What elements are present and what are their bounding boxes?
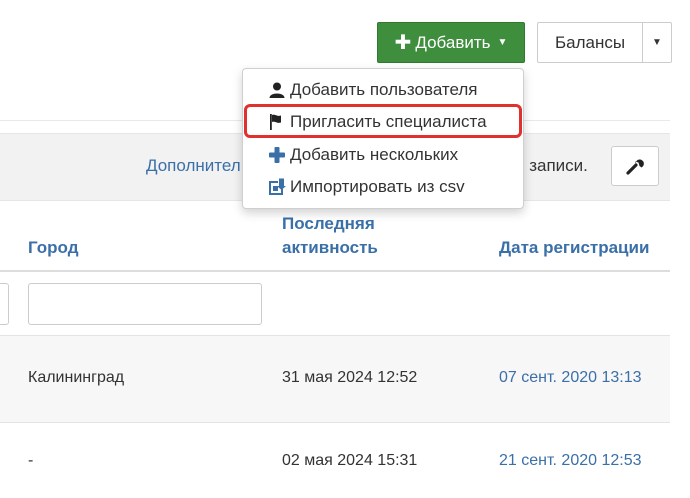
menu-item-add-user[interactable]: Добавить пользователя bbox=[243, 75, 523, 105]
table-header-divider bbox=[0, 270, 670, 272]
column-header-registered[interactable]: Дата регистрации bbox=[499, 236, 649, 260]
menu-item-add-multiple[interactable]: Добавить нескольких bbox=[243, 140, 523, 170]
wrench-icon bbox=[626, 159, 644, 175]
menu-item-import-csv[interactable]: Импортировать из csv bbox=[243, 172, 523, 202]
row-city: - bbox=[28, 452, 34, 469]
column-header-city[interactable]: Город bbox=[28, 236, 79, 260]
row-last-activity: 02 мая 2024 15:31 bbox=[282, 452, 418, 469]
records-count: 5 записи. bbox=[515, 156, 588, 176]
column-header-last-activity-line1: Последняя bbox=[282, 214, 375, 233]
column-header-last-activity[interactable]: Последняя активность bbox=[282, 212, 378, 260]
balances-button[interactable]: Балансы bbox=[537, 22, 642, 63]
add-button-label: Добавить bbox=[415, 32, 491, 52]
more-filters-link[interactable]: Дополнител bbox=[146, 156, 241, 176]
settings-button[interactable] bbox=[611, 146, 659, 186]
balances-button-label: Балансы bbox=[554, 32, 626, 52]
menu-item-label: Добавить нескольких bbox=[290, 145, 459, 164]
add-button[interactable]: ✚ Добавить ▼ bbox=[377, 22, 525, 63]
city-filter-input[interactable] bbox=[28, 283, 262, 325]
row-registered[interactable]: 21 сент. 2020 12:53 bbox=[499, 452, 642, 470]
filter-input-previous[interactable] bbox=[0, 283, 9, 325]
balances-dropdown-toggle[interactable]: ▼ bbox=[642, 22, 672, 63]
column-header-last-activity-line2: активность bbox=[282, 238, 378, 257]
user-icon bbox=[267, 80, 287, 100]
row-last-activity: 31 мая 2024 12:52 bbox=[282, 369, 418, 386]
plus-icon: ✚ bbox=[394, 31, 412, 54]
import-icon bbox=[267, 177, 287, 197]
records-count-suffix: записи. bbox=[524, 156, 588, 175]
caret-down-icon: ▼ bbox=[652, 37, 662, 48]
caret-down-icon: ▼ bbox=[497, 37, 508, 48]
highlight-box bbox=[244, 104, 522, 138]
row-city: Калининград bbox=[28, 369, 125, 386]
row-registered[interactable]: 07 сент. 2020 13:13 bbox=[499, 369, 642, 387]
menu-item-label: Добавить пользователя bbox=[290, 80, 478, 99]
menu-item-label: Импортировать из csv bbox=[290, 177, 465, 196]
add-dropdown-menu: Добавить пользователя Пригласить специал… bbox=[242, 68, 524, 209]
plus-icon bbox=[267, 145, 287, 165]
